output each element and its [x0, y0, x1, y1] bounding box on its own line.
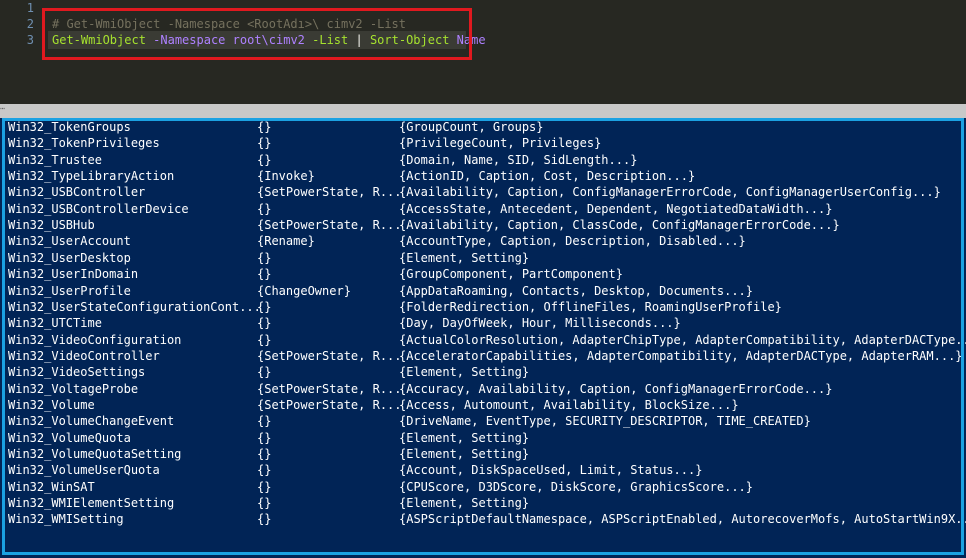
splitter-grip-icon: ⋯ — [0, 104, 5, 113]
line-number: 1 — [26, 1, 34, 15]
line-number: 2 — [26, 17, 34, 31]
output-highlight-box — [2, 118, 964, 555]
line-number-gutter: 1 2 3 — [0, 0, 40, 104]
pane-splitter[interactable] — [0, 104, 966, 118]
line-number: 3 — [26, 33, 34, 47]
script-editor[interactable]: 1 2 3 # Get-WmiObject -Namespace <RootAd… — [0, 0, 966, 104]
command-highlight-box — [42, 8, 472, 60]
